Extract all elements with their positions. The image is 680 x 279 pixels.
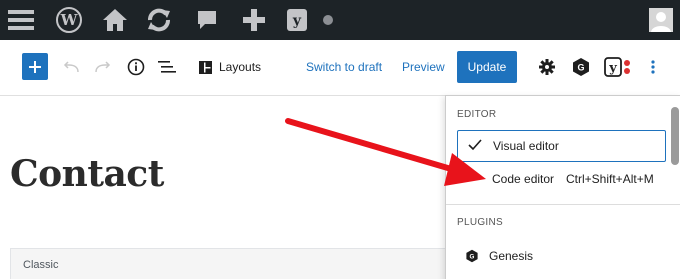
more-menu-dropdown: EDITOR Visual editor Code editor Ctrl+Sh… — [445, 95, 680, 279]
wordpress-logo-icon[interactable]: W — [54, 0, 84, 40]
settings-icon — [539, 59, 555, 75]
preview-button[interactable]: Preview — [402, 57, 445, 77]
visual-editor-option[interactable]: Visual editor — [457, 130, 666, 162]
yoast-seo-button[interactable]: y — [603, 56, 633, 78]
code-editor-option[interactable]: Code editor Ctrl+Shift+Alt+M — [457, 163, 666, 195]
editor-section-heading: EDITOR — [457, 109, 497, 120]
genesis-icon: G — [573, 58, 589, 76]
post-title[interactable]: Contact — [10, 153, 164, 195]
genesis-button[interactable]: G — [570, 56, 592, 78]
layouts-button[interactable]: Layouts — [199, 57, 261, 77]
menu-divider — [446, 204, 680, 205]
check-icon — [468, 139, 482, 151]
redo-icon — [95, 61, 111, 73]
details-button[interactable] — [126, 57, 146, 77]
code-editor-label: Code editor — [492, 172, 555, 186]
more-menu-button[interactable] — [647, 57, 659, 77]
visual-editor-label: Visual editor — [493, 139, 559, 153]
list-view-icon — [158, 61, 176, 73]
plus-icon — [29, 60, 41, 73]
undo-icon — [63, 61, 79, 73]
switch-to-draft-button[interactable]: Switch to draft — [306, 57, 382, 77]
admin-bar: W y — [0, 0, 680, 40]
svg-text:G: G — [470, 253, 475, 260]
menu-icon[interactable] — [6, 0, 36, 40]
comments-icon[interactable] — [194, 0, 220, 40]
update-button[interactable]: Update — [457, 51, 517, 83]
settings-button[interactable] — [537, 57, 557, 77]
updates-icon[interactable] — [143, 0, 175, 40]
layouts-label: Layouts — [219, 60, 262, 74]
list-view-button[interactable] — [157, 58, 177, 76]
undo-button[interactable] — [62, 58, 80, 76]
user-avatar-icon[interactable] — [648, 0, 674, 40]
redo-button[interactable] — [94, 58, 112, 76]
editor-toolbar: Layouts Switch to draft Preview Update G… — [0, 40, 680, 96]
genesis-plugin-option[interactable]: G Genesis — [457, 240, 666, 272]
status-dot-icon — [320, 0, 336, 40]
home-icon[interactable] — [100, 0, 130, 40]
yoast-icon[interactable]: y — [284, 0, 310, 40]
add-block-button[interactable] — [22, 53, 48, 80]
more-menu-icon — [651, 60, 655, 74]
classic-block[interactable]: Classic — [10, 248, 470, 279]
svg-text:G: G — [577, 63, 584, 73]
layouts-icon — [199, 60, 212, 74]
info-icon — [127, 58, 145, 76]
genesis-icon: G — [466, 249, 478, 263]
code-editor-shortcut: Ctrl+Shift+Alt+M — [566, 172, 654, 186]
svg-text:y: y — [608, 61, 617, 76]
genesis-plugin-label: Genesis — [489, 249, 534, 263]
svg-text:W: W — [60, 11, 79, 29]
plugins-section-heading: PLUGINS — [457, 217, 504, 228]
classic-block-label: Classic — [23, 259, 59, 271]
scrollbar-thumb[interactable] — [671, 107, 679, 165]
yoast-icon: y — [604, 57, 630, 77]
svg-text:y: y — [292, 13, 302, 29]
new-content-icon[interactable] — [240, 0, 268, 40]
